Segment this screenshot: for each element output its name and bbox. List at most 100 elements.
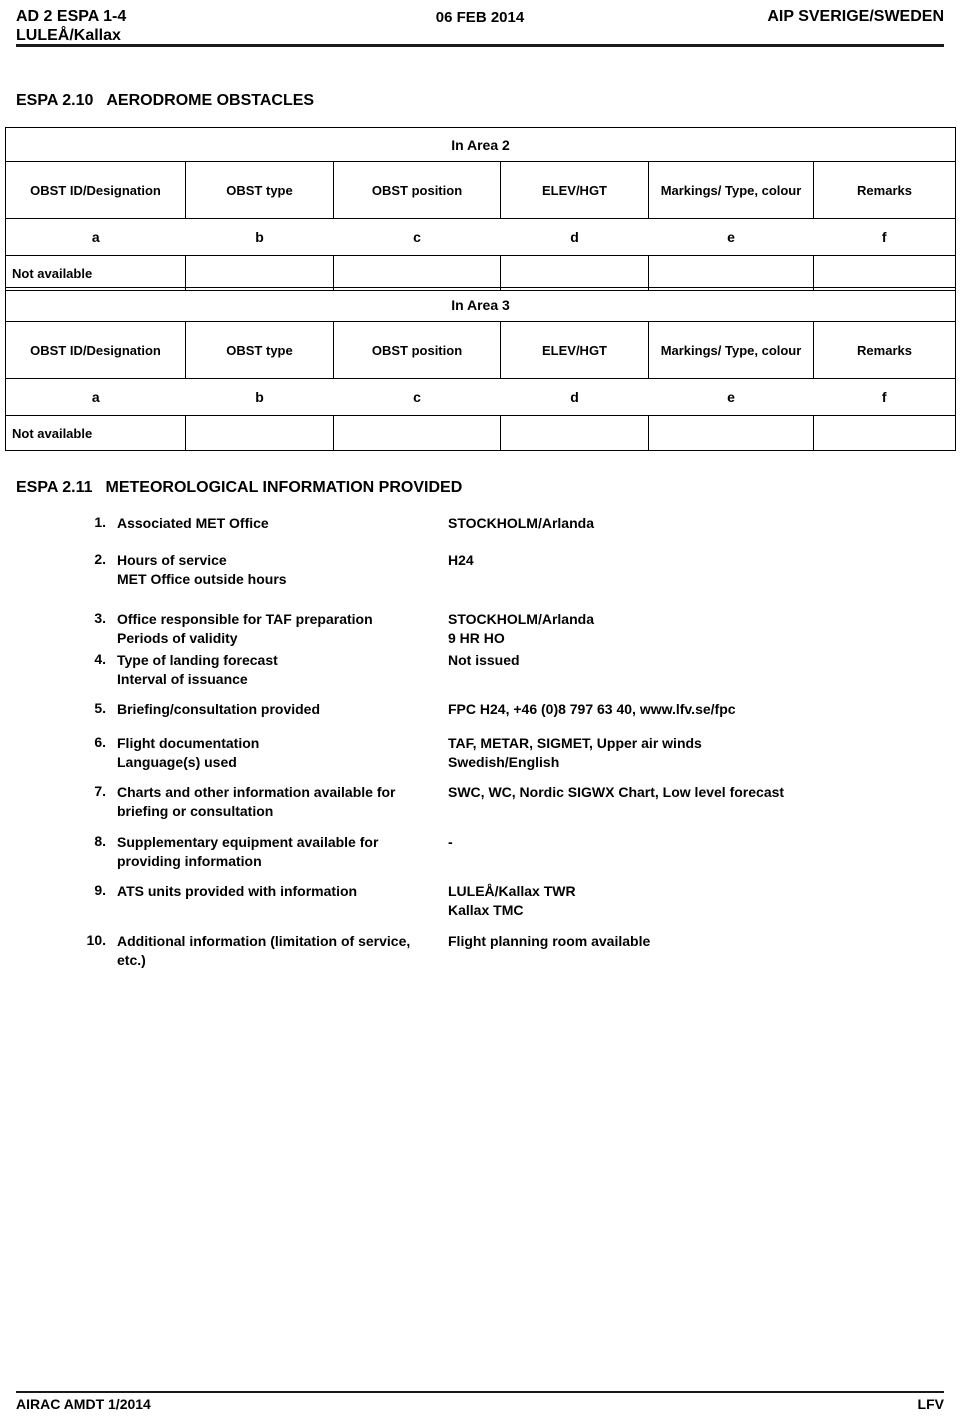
table-row: Not available [5,415,956,451]
met-item-value: STOCKHOLM/Arlanda [448,514,948,533]
met-item-label-line1: Type of landing forecast [117,652,278,668]
met-item-value-line1: H24 [448,552,474,568]
met-item-label-line1: Flight documentation [117,735,260,751]
column-header-obst-type: OBST type [185,321,334,379]
obstacle-table-area-3: In Area 3 OBST ID/Designation OBST type … [5,287,956,451]
met-item-label: Briefing/consultation provided [117,700,437,719]
table-area-title-row: In Area 3 [5,287,956,322]
met-item-value: Flight planning room available [448,932,948,951]
column-header-obst-position: OBST position [333,321,501,379]
met-item-value-line1: Flight planning room available [448,933,651,949]
footer-divider [16,1391,944,1393]
met-item-value-line1: SWC, WC, Nordic SIGWX Chart, Low level f… [448,784,785,800]
met-item-label-line2: Periods of validity [117,630,238,646]
area-title-cell: In Area 3 [5,287,956,322]
met-item-value: FPC H24, +46 (0)8 797 63 40, www.lfv.se/… [448,700,960,719]
cell-obst-position [333,255,501,291]
column-letter-d: d [500,218,649,256]
table-area-title-row: In Area 2 [5,127,956,162]
cell-obst-id: Not available [5,255,186,291]
section-title-meteorological: METEOROLOGICAL INFORMATION PROVIDED [105,479,463,496]
footer-authority: LFV [917,1396,944,1412]
met-item-value: TAF, METAR, SIGMET, Upper air winds Swed… [448,734,948,772]
met-item-label-line1: Office responsible for TAF preparation [117,611,373,627]
cell-remarks [813,255,956,291]
met-item-label: Type of landing forecast Interval of iss… [117,651,437,689]
column-letter-d: d [500,378,649,416]
column-header-obst-id: OBST ID/Designation [5,161,186,219]
header-aerodrome-name: LULEÅ/Kallax [16,27,121,44]
met-item-value: SWC, WC, Nordic SIGWX Chart, Low level f… [448,783,960,802]
column-header-remarks: Remarks [813,321,956,379]
column-header-markings: Markings/ Type, colour [648,321,814,379]
section-title-obstacles: AERODROME OBSTACLES [106,92,315,109]
header-divider [16,44,944,47]
met-item-value-line2: Swedish/English [448,754,560,770]
column-header-markings: Markings/ Type, colour [648,161,814,219]
met-item-label: Flight documentation Language(s) used [117,734,437,772]
met-item-number: 4. [94,651,106,667]
column-letter-e: e [648,378,814,416]
met-item-number: 6. [94,734,106,750]
met-item-label-line1: Associated MET Office [117,515,269,531]
met-item-value-line1: Not issued [448,652,520,668]
cell-elev-hgt [500,415,649,451]
column-header-remarks: Remarks [813,161,956,219]
met-item-label-line2: Language(s) used [117,754,237,770]
cell-markings [648,415,814,451]
met-item-label: Supplementary equipment available for pr… [117,833,437,871]
section-number-meteorological: ESPA 2.11 [16,479,93,496]
header-publication-title: AIP SVERIGE/SWEDEN [767,8,944,25]
met-item-label-line2: providing information [117,853,262,869]
met-item-value-line1: LULEÅ/Kallax TWR [448,883,576,899]
obstacle-table-area-2: In Area 2 OBST ID/Designation OBST type … [5,127,956,291]
document-page: AD 2 ESPA 1-4 LULEÅ/Kallax 06 FEB 2014 A… [0,0,960,1422]
met-item-number: 9. [94,882,106,898]
section-number-obstacles: ESPA 2.10 [16,92,94,109]
column-header-elev-hgt: ELEV/HGT [500,161,649,219]
cell-markings [648,255,814,291]
table-header-row: OBST ID/Designation OBST type OBST posit… [5,161,956,219]
met-item-label-line1: ATS units provided with information [117,883,358,899]
met-item-number: 7. [94,783,106,799]
cell-obst-position [333,415,501,451]
met-item-label: Hours of service MET Office outside hour… [117,551,437,589]
column-letter-e: e [648,218,814,256]
page-header: AD 2 ESPA 1-4 LULEÅ/Kallax 06 FEB 2014 A… [16,8,944,44]
met-item-number: 5. [94,700,106,716]
met-item-label-line1: Briefing/consultation provided [117,701,321,717]
column-letter-f: f [813,378,956,416]
met-item-number: 3. [94,610,106,626]
met-item-label-line1: Charts and other information available f… [117,784,396,800]
column-header-obst-position: OBST position [333,161,501,219]
column-header-elev-hgt: ELEV/HGT [500,321,649,379]
met-item-value: H24 [448,551,948,570]
met-item-label-line2: etc.) [117,952,146,968]
column-letter-b: b [185,218,334,256]
met-item-label: ATS units provided with information [117,882,437,901]
cell-obst-type [185,415,334,451]
met-item-value: LULEÅ/Kallax TWR Kallax TMC [448,882,948,920]
table-row: Not available [5,255,956,291]
met-item-label-line1: Supplementary equipment available for [117,834,379,850]
met-item-label-line2: briefing or consultation [117,803,274,819]
section-heading-meteorological: ESPA 2.11 METEOROLOGICAL INFORMATION PROV… [16,479,462,497]
column-letter-c: c [333,218,501,256]
cell-obst-id: Not available [5,415,186,451]
column-letter-a: a [5,218,186,256]
met-item-number: 8. [94,833,106,849]
met-item-value-line1: - [448,834,453,850]
column-letter-a: a [5,378,186,416]
cell-remarks [813,415,956,451]
cell-obst-type [185,255,334,291]
area-title-cell: In Area 2 [5,127,956,162]
column-letter-c: c [333,378,501,416]
table-letter-row: a b c d e f [5,378,956,416]
met-item-number: 1. [94,514,106,530]
met-item-label-line1: Hours of service [117,552,227,568]
met-item-label-line2: Interval of issuance [117,671,248,687]
column-letter-b: b [185,378,334,416]
column-header-obst-type: OBST type [185,161,334,219]
met-item-label: Additional information (limitation of se… [117,932,457,970]
met-item-value-line1: FPC H24, +46 (0)8 797 63 40, www.lfv.se/… [448,701,736,717]
